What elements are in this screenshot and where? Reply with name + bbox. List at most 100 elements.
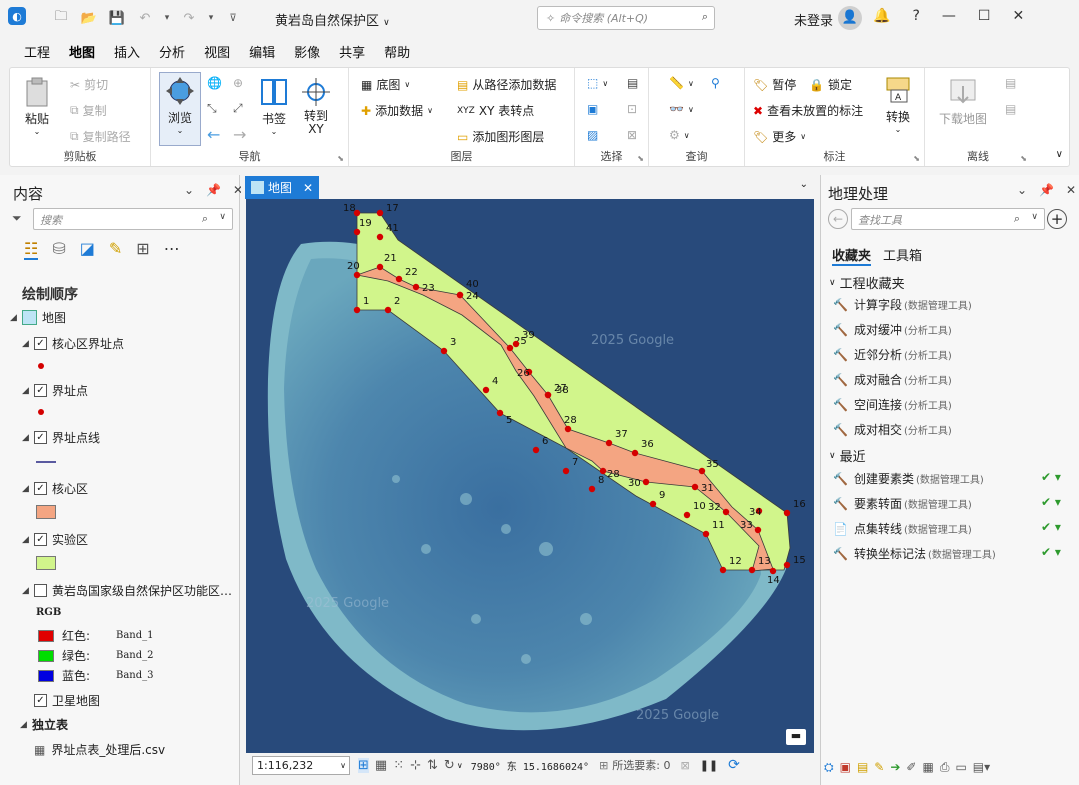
add-graphics-layer-button[interactable]: ▭ 添加图形图层 — [457, 128, 544, 145]
expand-icon[interactable]: ◢ — [22, 484, 34, 494]
map-grid-icon[interactable]: ⊞ — [358, 757, 369, 773]
dialog-launcher-icon[interactable]: ⬊ — [1020, 154, 1027, 163]
pause-drawing-icon[interactable]: ❚❚ — [700, 759, 718, 772]
boundary-point[interactable] — [353, 228, 361, 236]
filter-icon[interactable]: ⏷ — [12, 211, 22, 226]
sync-icon[interactable]: ▤ — [1005, 76, 1016, 90]
boundary-point[interactable] — [783, 561, 791, 569]
expand-icon[interactable]: ◢ — [10, 313, 22, 323]
tool-item[interactable]: 🔨 成对相交 (分析工具) — [833, 421, 952, 438]
tab-favorites[interactable]: 收藏夹 — [832, 245, 872, 266]
layer-boundary-points[interactable]: ◢ ✓ 界址点 — [22, 382, 88, 399]
boundary-point[interactable] — [719, 566, 727, 574]
coordinate-conversion-icon[interactable]: ⚙ ∨ — [669, 128, 690, 142]
snapping-icon[interactable]: ⁙ — [393, 758, 404, 773]
remove-offline-icon[interactable]: ▤ — [1005, 102, 1016, 116]
layer-functional-zones[interactable]: ◢ 黄岩岛国家级自然保护区功能区… — [22, 582, 232, 599]
tab-project[interactable]: 工程 — [24, 38, 50, 65]
boundary-point[interactable] — [754, 526, 762, 534]
tab-insert[interactable]: 插入 — [114, 38, 140, 65]
tab-list-icon[interactable]: ⌄ — [800, 179, 808, 190]
full-extent-icon[interactable]: 🌐 — [207, 76, 222, 90]
explore-button[interactable]: 浏览 ⌄ — [159, 72, 201, 146]
dialog-launcher-icon[interactable]: ⬊ — [913, 154, 920, 163]
tab-map-view[interactable]: 地图 ✕ — [245, 176, 319, 199]
fixed-zoom-in-icon[interactable]: ⤡ — [207, 101, 217, 116]
boundary-point[interactable] — [691, 483, 699, 491]
boundary-point[interactable] — [376, 263, 384, 271]
chevron-down-icon[interactable]: ∨ — [457, 761, 463, 770]
boundary-point[interactable] — [631, 449, 639, 457]
boundary-point[interactable] — [722, 508, 730, 516]
expand-icon[interactable]: ◢ — [22, 433, 34, 443]
minimize-icon[interactable]: — — [942, 8, 956, 24]
catalog-icon[interactable]: ⛭ — [824, 760, 834, 775]
bookmarks-button[interactable]: 书签 ⌄ — [259, 76, 289, 136]
tab-toolboxes[interactable]: 工具箱 — [883, 245, 922, 264]
zoom-to-selection-icon[interactable]: ⊕ — [233, 76, 243, 90]
next-extent-icon[interactable]: → — [233, 125, 246, 144]
contents-search-input[interactable]: 搜索 ⌕ ∨ — [33, 208, 233, 230]
add-from-path-button[interactable]: ▤ 从路径添加数据 — [457, 76, 556, 93]
tool-item[interactable]: 🔨 计算字段 (数据管理工具) — [833, 296, 972, 313]
expand-icon[interactable]: ◢ — [22, 386, 34, 396]
rotate-icon[interactable]: ↻ — [444, 758, 455, 773]
switch-selection-icon[interactable]: ⊠ — [627, 128, 637, 142]
boundary-point[interactable] — [482, 386, 490, 394]
standalone-tables[interactable]: ◢ 独立表 — [20, 716, 68, 733]
dialog-launcher-icon[interactable]: ⬊ — [637, 154, 644, 163]
tool-item[interactable]: 🔨 空间连接 (分析工具) — [833, 396, 952, 413]
map-view[interactable]: 2025 Google 2025 Google 2025 Google 1234… — [246, 199, 814, 753]
copy-button[interactable]: ⧉ 复制 — [70, 102, 107, 119]
boundary-point[interactable] — [698, 467, 706, 475]
pan-zoom-icon[interactable]: ⇅ — [427, 758, 438, 773]
boundary-point[interactable] — [649, 500, 657, 508]
boundary-point[interactable] — [783, 509, 791, 517]
editing-icon[interactable]: ✎ — [109, 239, 122, 260]
layer-checkbox[interactable]: ✓ — [34, 337, 47, 350]
boundary-point[interactable] — [376, 209, 384, 217]
boundary-point[interactable] — [506, 344, 514, 352]
tool-item[interactable]: 🔨 成对融合 (分析工具) — [833, 371, 952, 388]
boundary-point[interactable] — [564, 425, 572, 433]
modify-features-icon[interactable]: ✐ — [906, 760, 916, 775]
add-data-button[interactable]: ✚ 添加数据 ∨ — [361, 102, 433, 119]
layer-satellite[interactable]: ✓ 卫星地图 — [34, 692, 100, 709]
recent-tool-item[interactable]: 🔨 转换坐标记法 (数据管理工具) — [833, 545, 996, 562]
snapping-icon[interactable]: ⊞ — [136, 239, 149, 260]
tab-view[interactable]: 视图 — [204, 38, 230, 65]
pane-menu-icon[interactable]: ⌄ — [1017, 183, 1027, 197]
layout-icon[interactable]: ▭ — [955, 760, 966, 775]
add-tool-icon[interactable]: + — [1047, 209, 1067, 229]
boundary-point[interactable] — [353, 306, 361, 314]
download-map-button[interactable]: 下载地图 — [939, 76, 987, 127]
zoom-selection-icon[interactable]: ⊡ — [627, 102, 637, 116]
pin-icon[interactable]: 📌 — [1039, 183, 1054, 197]
tool-item[interactable]: 🔨 近邻分析 (分析工具) — [833, 346, 952, 363]
boundary-point[interactable] — [376, 233, 384, 241]
pause-labels-button[interactable]: 🏷 暂停 — [753, 76, 796, 93]
close-icon[interactable]: ✕ — [303, 181, 313, 195]
recent-tool-item[interactable]: 🔨 创建要素类 (数据管理工具) — [833, 470, 984, 487]
boundary-point[interactable] — [642, 478, 650, 486]
selection-list-icon[interactable]: ◪ — [80, 239, 95, 260]
recent-heading[interactable]: ∨ 最近 — [829, 446, 866, 465]
expand-icon[interactable]: ◢ — [22, 586, 34, 596]
constraints-icon[interactable]: ⊹ — [410, 758, 421, 773]
back-icon[interactable]: ← — [828, 209, 848, 229]
close-icon[interactable]: ✕ — [1066, 183, 1076, 197]
tab-share[interactable]: 共享 — [339, 38, 365, 65]
boundary-point[interactable] — [599, 467, 607, 475]
paste-button[interactable]: 粘贴 ⌄ — [22, 76, 52, 136]
run-icon[interactable]: ➔ — [890, 760, 900, 775]
fixed-zoom-out-icon[interactable]: ⤢ — [233, 101, 243, 116]
boundary-point[interactable] — [440, 347, 448, 355]
help-icon[interactable]: ? — [912, 8, 919, 24]
tab-imagery[interactable]: 影像 — [294, 38, 320, 65]
scale-selector[interactable]: 1:116,232 ∨ — [252, 755, 350, 775]
print-icon[interactable]: ⎙ — [940, 760, 950, 775]
boundary-point[interactable] — [353, 271, 361, 279]
maximize-icon[interactable]: ☐ — [978, 8, 991, 24]
customize-qat-icon[interactable]: ⊽ — [222, 7, 244, 29]
more-options-icon[interactable]: ⋯ — [164, 239, 180, 260]
